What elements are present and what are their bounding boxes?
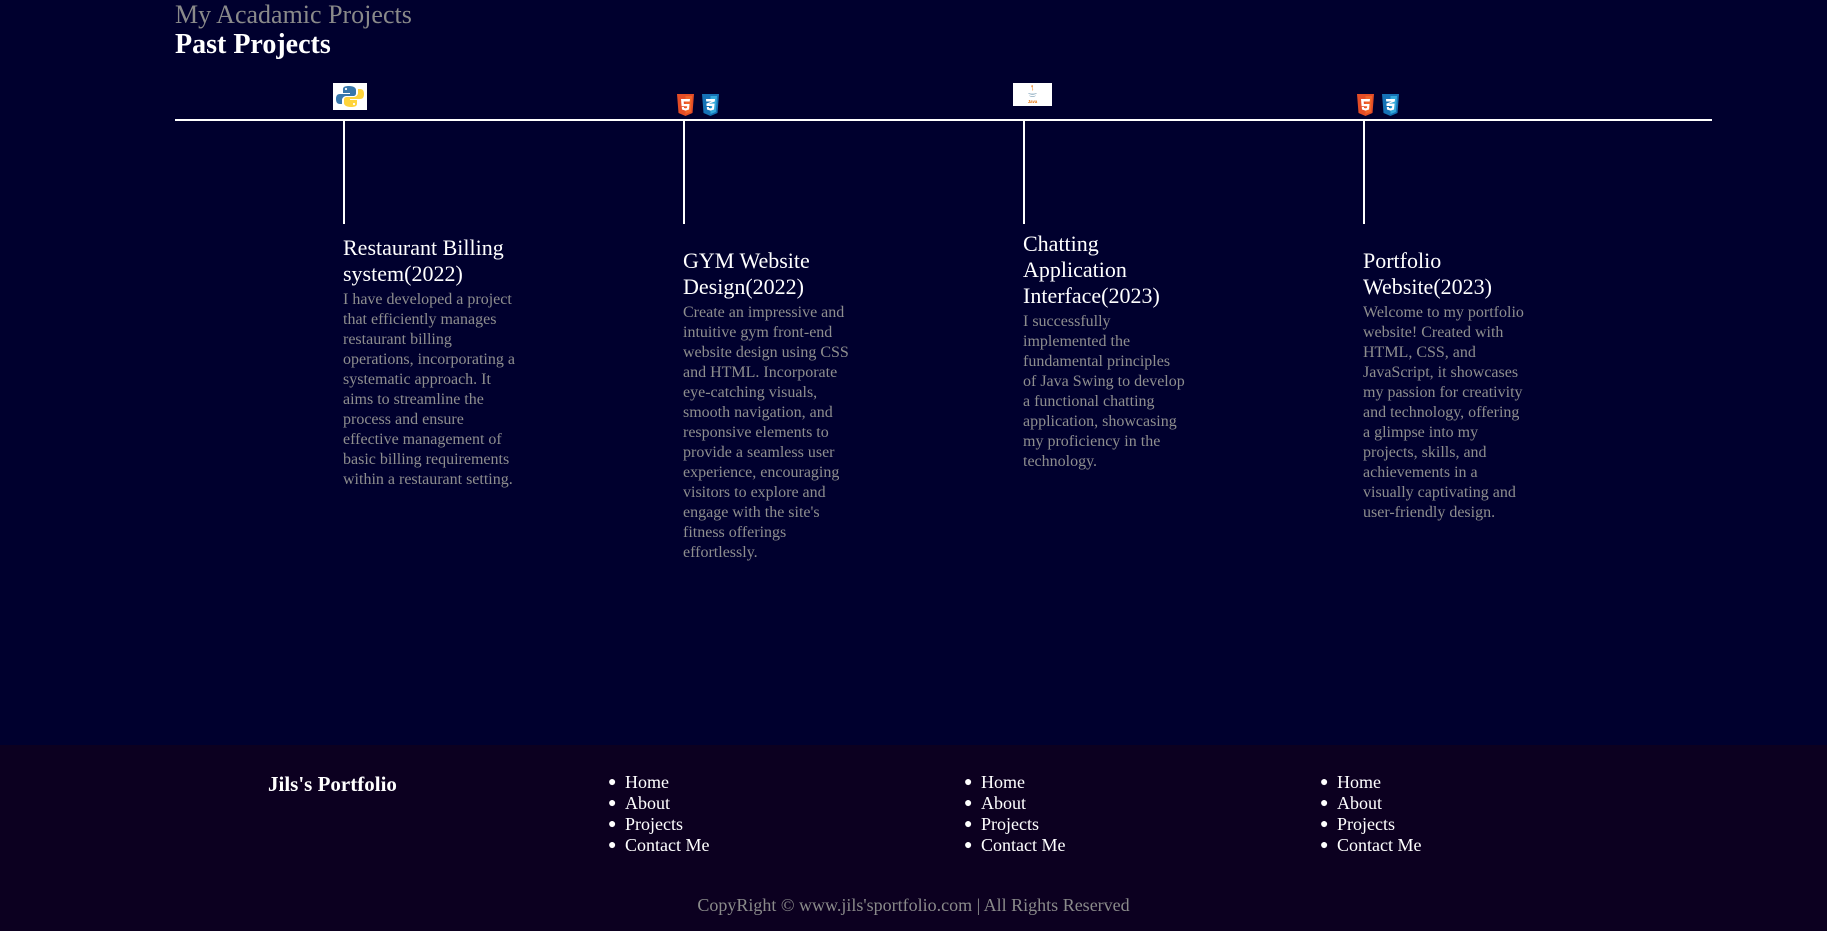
svg-text:Java: Java (1028, 99, 1038, 104)
footer-link-contact[interactable]: Contact Me (625, 835, 709, 855)
footer-link-item: ● Projects (608, 814, 683, 834)
footer-link-about[interactable]: About (1337, 793, 1382, 813)
tech-icons-1 (333, 83, 367, 110)
footer-brand: Jils's Portfolio (268, 772, 397, 796)
footer-link-home[interactable]: Home (1337, 772, 1381, 792)
html5-logo-icon (1357, 94, 1374, 116)
python-logo-icon (333, 83, 367, 110)
project-title-4: Portfolio Website(2023) (1363, 248, 1492, 299)
css3-logo-icon (1382, 94, 1399, 116)
footer-link-item: ● Home (1320, 772, 1381, 792)
project-description-1: I have developed a project that efficien… (343, 291, 515, 488)
footer-link-item: ● Contact Me (964, 835, 1066, 855)
footer-link-item: ● Home (964, 772, 1025, 792)
copyright-text: CopyRight © www.jils'sportfolio.com | Al… (697, 895, 1130, 915)
section-subtitle: My Acadamic Projects (175, 0, 412, 29)
site-footer: Jils's Portfolio ● Home ● About ● Projects … (0, 745, 1827, 931)
footer-link-contact[interactable]: Contact Me (981, 835, 1065, 855)
project-description-3: I successfully implemented the fundament… (1023, 313, 1185, 470)
timeline-line (175, 119, 1712, 121)
footer-link-item: ● Projects (1320, 814, 1395, 834)
footer-link-item: ● Contact Me (608, 835, 710, 855)
footer-link-about[interactable]: About (625, 793, 670, 813)
html5-logo-icon (677, 94, 694, 116)
footer-link-about[interactable]: About (981, 793, 1026, 813)
footer-link-item: ● About (608, 793, 670, 813)
footer-link-contact[interactable]: Contact Me (1337, 835, 1421, 855)
project-description-4: Welcome to my portfolio website! Created… (1363, 304, 1524, 521)
project-title-2: GYM Website Design(2022) (683, 248, 810, 299)
project-title-1: Restaurant Billing system(2022) (343, 235, 504, 286)
footer-links-column-3: ● Home ● About ● Projects ● Contact Me (1320, 772, 1422, 856)
footer-links-column-2: ● Home ● About ● Projects ● Contact Me (964, 772, 1066, 856)
java-logo-icon: Java (1013, 83, 1052, 106)
footer-link-item: ● Contact Me (1320, 835, 1422, 855)
timeline-stem-4 (1363, 121, 1365, 224)
footer-link-item: ● Projects (964, 814, 1039, 834)
page-title: Past Projects (175, 29, 331, 60)
tech-icons-3: Java (1013, 83, 1052, 106)
css3-logo-icon (702, 94, 719, 116)
footer-link-home[interactable]: Home (981, 772, 1025, 792)
footer-link-item: ● About (1320, 793, 1382, 813)
footer-link-home[interactable]: Home (625, 772, 669, 792)
tech-icons-4 (1356, 94, 1400, 116)
footer-link-projects[interactable]: Projects (625, 814, 683, 834)
project-description-2: Create an impressive and intuitive gym f… (683, 304, 849, 561)
timeline-stem-3 (1023, 121, 1025, 224)
timeline-stem-1 (343, 121, 345, 224)
footer-links-column-1: ● Home ● About ● Projects ● Contact Me (608, 772, 710, 856)
project-title-3: Chatting Application Interface(2023) (1023, 231, 1160, 308)
tech-icons-2 (676, 94, 720, 116)
timeline-stem-2 (683, 121, 685, 224)
footer-link-projects[interactable]: Projects (1337, 814, 1395, 834)
footer-link-item: ● About (964, 793, 1026, 813)
footer-link-projects[interactable]: Projects (981, 814, 1039, 834)
footer-link-item: ● Home (608, 772, 669, 792)
